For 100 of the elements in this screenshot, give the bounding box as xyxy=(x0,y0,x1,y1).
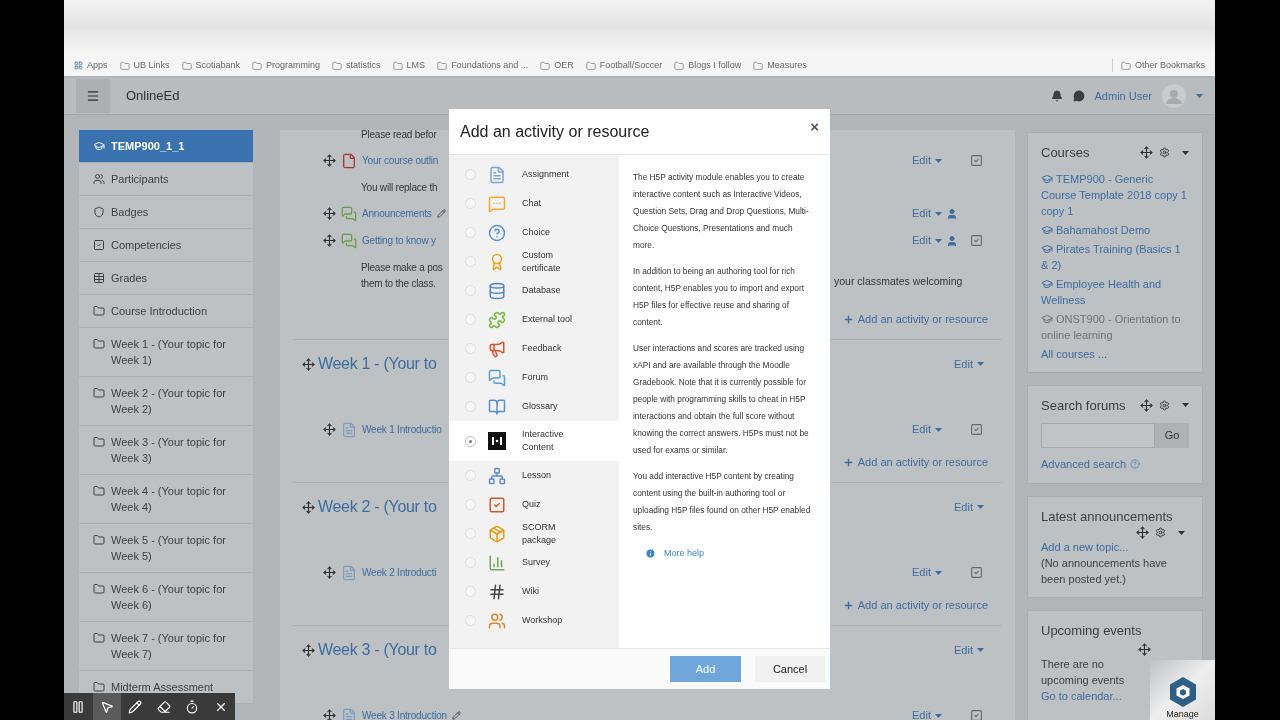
move-icon[interactable] xyxy=(323,566,336,579)
radio-button[interactable] xyxy=(465,615,476,626)
activity-option[interactable]: Chat xyxy=(449,189,619,218)
radio-button[interactable] xyxy=(465,586,476,597)
course-nav-item[interactable]: Week 3 - (Your topic for Week 3) xyxy=(79,426,253,475)
go-button[interactable]: Go xyxy=(1155,423,1189,448)
more-help-link[interactable]: More help xyxy=(633,547,816,561)
bookmark-link[interactable]: statistics xyxy=(332,58,381,73)
activity-option[interactable]: Forum xyxy=(449,363,619,392)
activity-option[interactable]: Interactive Content xyxy=(449,421,619,461)
course-nav-item[interactable]: Week 5 - (Your topic for Week 5) xyxy=(79,524,253,573)
move-icon[interactable] xyxy=(323,207,336,220)
course-nav-item[interactable]: Week 6 - (Your topic for Week 6) xyxy=(79,573,253,622)
activity-link[interactable]: Announcements xyxy=(362,206,432,221)
course-nav-item[interactable]: Week 1 - (Your topic for Week 1) xyxy=(79,328,253,377)
close-button[interactable]: × xyxy=(810,116,819,139)
course-link[interactable]: TEMP900 - Generic Course Template 2018 copy 1 copy 1 xyxy=(1041,170,1189,219)
calendar-link[interactable]: Go to calendar... xyxy=(1041,687,1122,704)
move-icon[interactable] xyxy=(1140,398,1153,412)
bookmark-link[interactable]: Measures xyxy=(753,58,807,73)
activity-option[interactable]: External tool xyxy=(449,305,619,334)
course-nav-item[interactable]: Grades xyxy=(79,262,253,295)
notifications-icon[interactable] xyxy=(1050,90,1063,102)
messages-icon[interactable] xyxy=(1072,90,1085,102)
bookmark-link[interactable]: UB Links xyxy=(119,58,170,73)
activity-link[interactable]: Week 3 Introduction xyxy=(362,708,447,720)
course-nav-item[interactable]: Badges xyxy=(79,196,253,229)
bookmark-link[interactable]: Apps xyxy=(74,58,108,73)
course-nav-item[interactable]: Course Introduction xyxy=(79,295,253,328)
bookmark-link[interactable]: Programming xyxy=(252,58,321,73)
radio-button[interactable] xyxy=(465,169,476,180)
bookmark-link[interactable]: Foundations and ... xyxy=(437,58,529,73)
add-activity-link[interactable]: Add an activity or resource xyxy=(842,311,988,328)
radio-button[interactable] xyxy=(465,256,476,267)
bookmark-link[interactable]: Other Bookmarks xyxy=(1111,58,1205,73)
edit-menu-button[interactable]: Edit xyxy=(954,498,984,516)
edit-menu-button[interactable]: Edit xyxy=(912,152,942,169)
activity-option[interactable]: Lesson xyxy=(449,461,619,490)
activity-link[interactable]: Week 1 Introductio xyxy=(362,422,442,437)
course-nav-item[interactable]: Competencies xyxy=(79,229,253,262)
bookmark-link[interactable]: Blogs I follow xyxy=(674,58,742,73)
completion-checkbox-icon[interactable] xyxy=(969,234,983,247)
move-icon[interactable] xyxy=(323,154,336,167)
edit-menu-button[interactable]: Edit xyxy=(912,564,942,581)
move-icon[interactable] xyxy=(323,423,336,436)
search-field[interactable] xyxy=(1041,423,1155,448)
move-icon[interactable] xyxy=(1136,526,1149,539)
activity-option[interactable]: Feedback xyxy=(449,334,619,363)
completion-checkbox-icon[interactable] xyxy=(969,709,983,720)
add-activity-link[interactable]: Add an activity or resource xyxy=(842,597,988,614)
radio-button[interactable] xyxy=(465,401,476,412)
edit-menu-button[interactable]: Edit xyxy=(912,421,942,438)
settings-icon[interactable] xyxy=(1155,527,1166,538)
course-nav-item[interactable]: Week 2 - (Your topic for Week 2) xyxy=(79,377,253,426)
activity-option[interactable]: Glossary xyxy=(449,392,619,421)
menu-button[interactable] xyxy=(76,79,110,113)
settings-icon[interactable] xyxy=(1159,147,1170,159)
course-nav-item[interactable]: Participants xyxy=(79,163,253,196)
radio-button[interactable] xyxy=(465,227,476,238)
activity-option[interactable]: SCORM package xyxy=(449,519,619,548)
edit-menu-button[interactable]: Edit xyxy=(954,641,984,659)
activity-option[interactable]: Custom certificate xyxy=(449,247,619,276)
activity-option[interactable]: Survey xyxy=(449,548,619,577)
activity-option[interactable]: Wiki xyxy=(449,577,619,606)
advanced-search-link[interactable]: Advanced search xyxy=(1041,456,1189,473)
edit-menu-button[interactable]: Edit xyxy=(912,707,942,720)
move-icon[interactable] xyxy=(302,357,315,371)
course-link[interactable]: Employee Health and Wellness xyxy=(1041,275,1189,308)
completion-checkbox-icon[interactable] xyxy=(969,423,983,436)
bookmark-link[interactable]: LMS xyxy=(392,58,426,73)
radio-button[interactable] xyxy=(465,528,476,539)
bookmark-link[interactable]: Football/Soccer xyxy=(585,58,663,73)
activity-option[interactable]: Quiz xyxy=(449,490,619,519)
course-nav-item[interactable]: Week 7 - (Your topic for Week 7) xyxy=(79,622,253,671)
course-nav-item[interactable]: Week 4 - (Your topic for Week 4) xyxy=(79,475,253,524)
recorder-tool-button[interactable] xyxy=(92,693,121,720)
radio-button[interactable] xyxy=(465,372,476,383)
course-link[interactable]: Bahamahost Demo xyxy=(1041,221,1189,238)
edit-menu-button[interactable]: Edit xyxy=(954,355,984,373)
radio-button[interactable] xyxy=(465,557,476,568)
manage-badge[interactable]: Manage xyxy=(1150,660,1215,720)
bookmark-link[interactable]: Scotiabank xyxy=(181,58,241,73)
add-topic-link[interactable]: Add a new topic... xyxy=(1041,539,1189,555)
bookmark-link[interactable]: OER xyxy=(540,58,574,73)
pencil-icon[interactable] xyxy=(436,209,446,218)
move-icon[interactable] xyxy=(1140,146,1153,160)
course-nav-item[interactable]: TEMP900_1_1 xyxy=(79,130,253,163)
all-courses-link[interactable]: All courses ... xyxy=(1041,345,1189,362)
course-link[interactable]: Pirates Training (Basics 1 & 2) xyxy=(1041,240,1189,273)
activity-option[interactable]: Choice xyxy=(449,218,619,247)
move-icon[interactable] xyxy=(302,643,315,657)
radio-button[interactable] xyxy=(465,499,476,510)
completion-checkbox-icon[interactable] xyxy=(969,154,983,167)
move-icon[interactable] xyxy=(302,500,315,514)
radio-button[interactable] xyxy=(465,343,476,354)
activity-option[interactable]: Assignment xyxy=(449,160,619,189)
move-icon[interactable] xyxy=(323,709,336,720)
move-icon[interactable] xyxy=(1138,642,1151,656)
radio-button[interactable] xyxy=(465,285,476,296)
activity-link[interactable]: Week 2 Introducti xyxy=(362,565,437,580)
